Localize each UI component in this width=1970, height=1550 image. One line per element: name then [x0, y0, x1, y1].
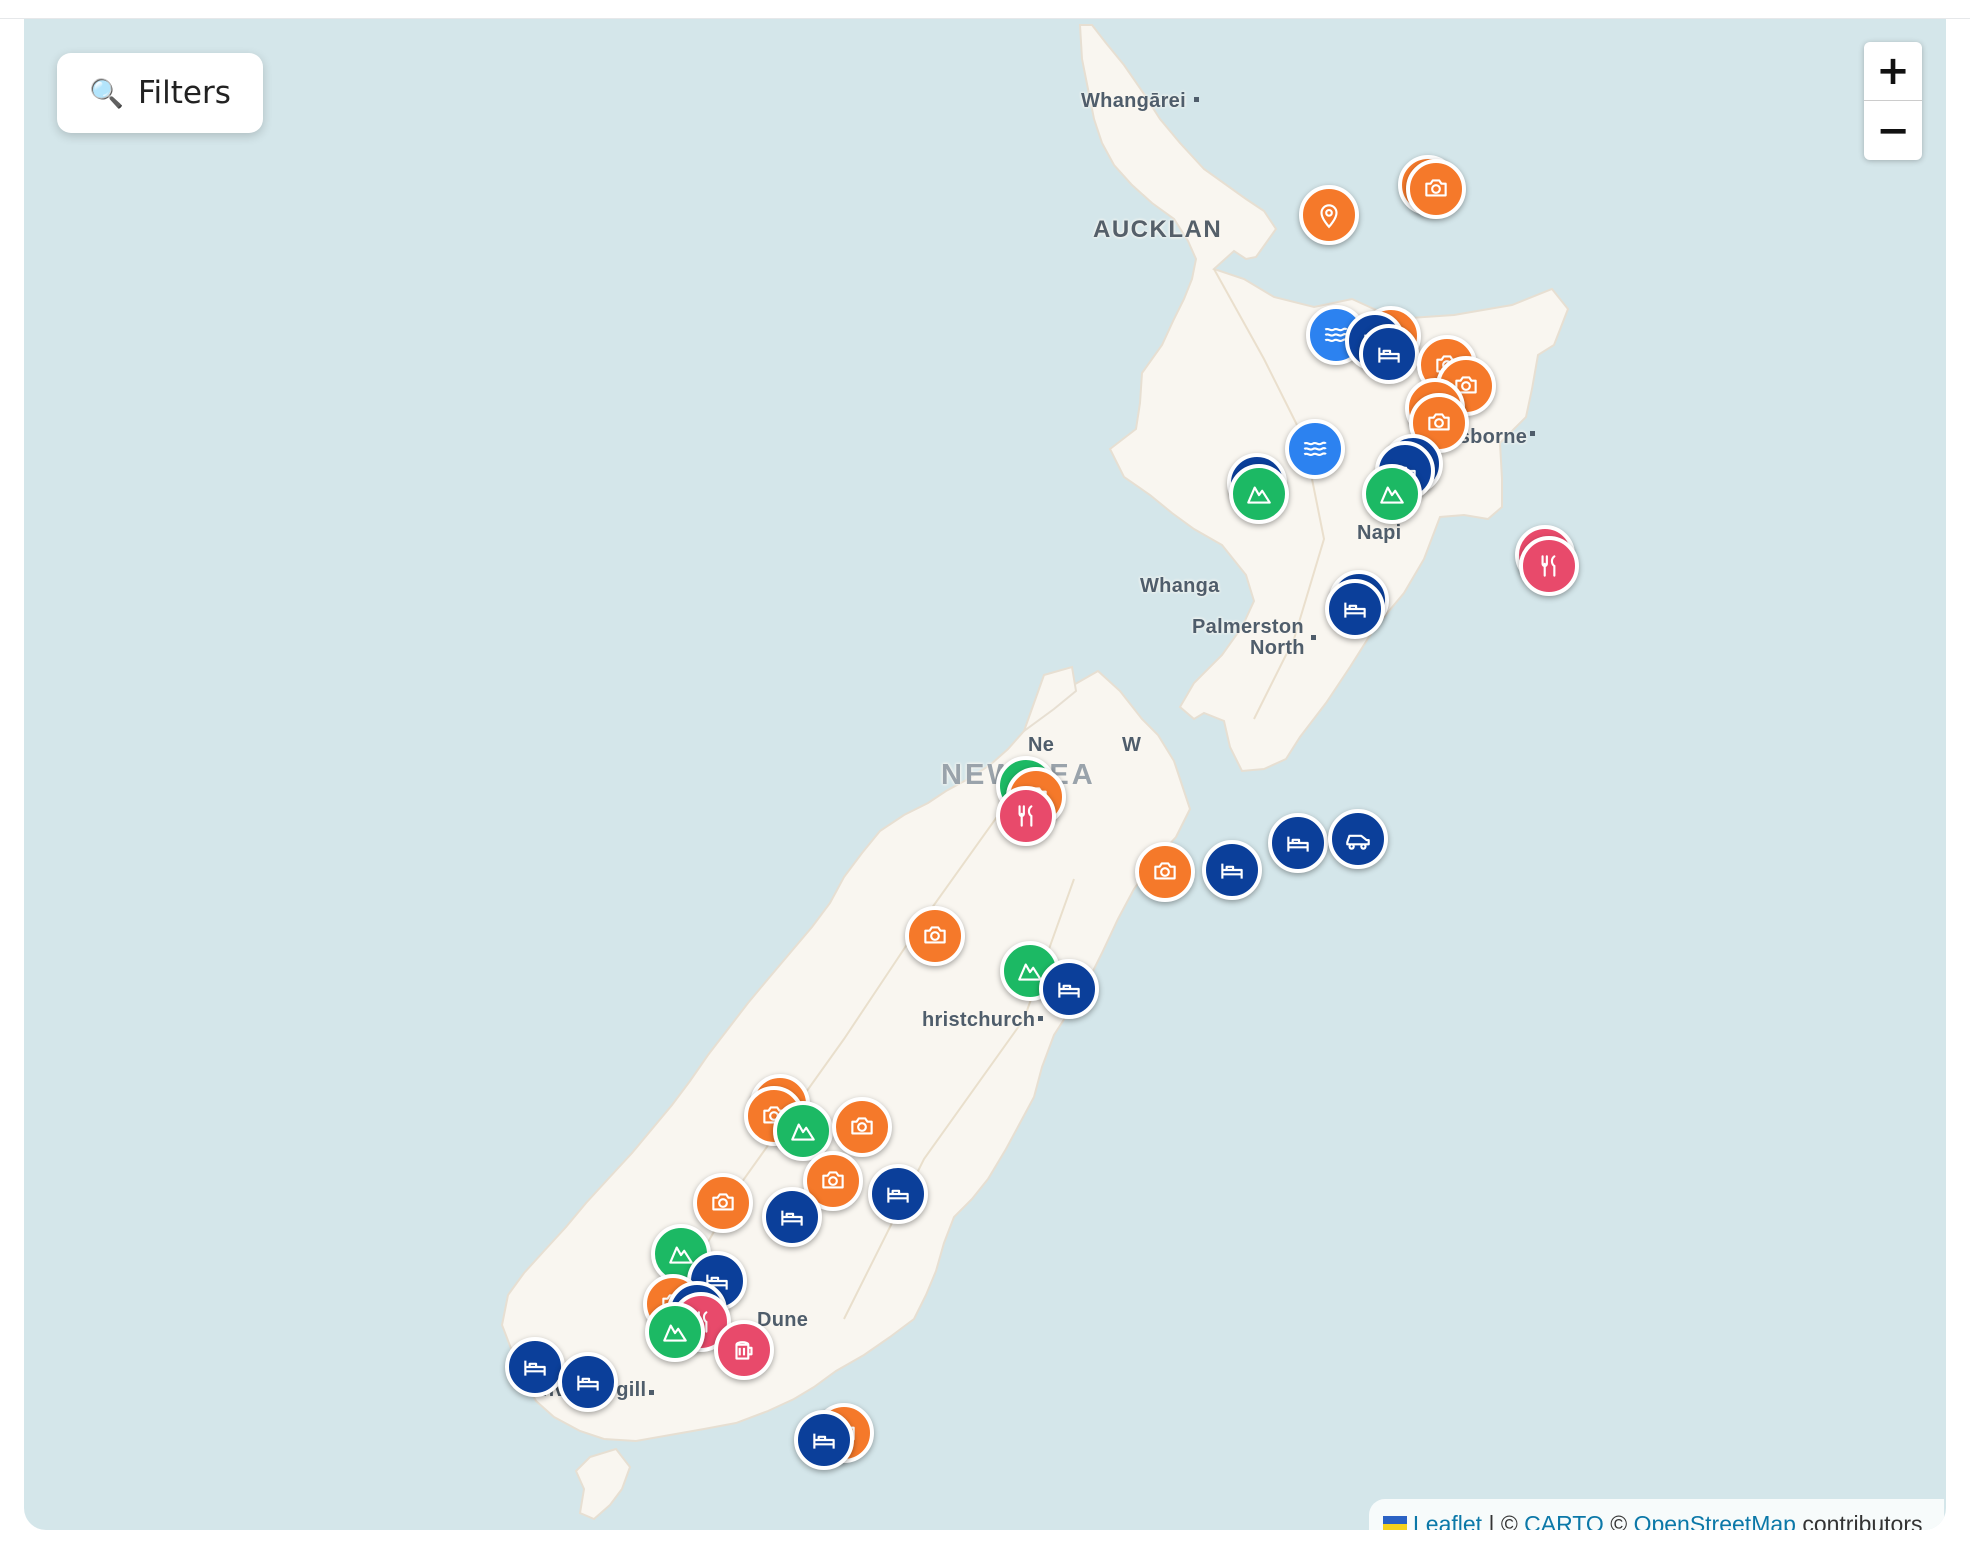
map-marker-hiking[interactable] — [1228, 463, 1289, 524]
camera-icon — [850, 1116, 873, 1134]
mountain-icon — [662, 1324, 687, 1342]
map-marker-food[interactable] — [1519, 535, 1580, 596]
bed-icon — [1058, 982, 1080, 998]
map-marker-accommodation[interactable] — [762, 1186, 823, 1247]
map-marker-accommodation[interactable] — [1202, 840, 1263, 900]
map-marker-sightseeing[interactable] — [1406, 159, 1467, 219]
camera-icon — [822, 1170, 844, 1188]
waves-icon — [1303, 441, 1327, 456]
attribution-sep1: | © — [1482, 1510, 1525, 1531]
place-label-wellington: W — [1122, 734, 1142, 756]
attribution-tail: contributors — [1795, 1510, 1923, 1531]
place-label-auckland: AUCKLAN — [1093, 216, 1223, 243]
openstreetmap-link[interactable]: OpenStreetMap — [1634, 1511, 1796, 1531]
place-label-whangarei: Whangārei — [1081, 90, 1186, 112]
map-marker-accommodation[interactable] — [867, 1164, 928, 1224]
north-island-shape — [1078, 24, 1570, 773]
utensils-icon — [1541, 554, 1556, 577]
map-marker-hot-springs[interactable] — [1285, 418, 1346, 479]
beer-mug-icon — [735, 1341, 753, 1360]
bed-icon — [1221, 863, 1243, 879]
map-marker-sightseeing[interactable] — [1134, 841, 1195, 902]
utensils-icon — [1018, 805, 1033, 827]
bed-icon — [524, 1360, 546, 1376]
map-marker-location[interactable] — [1299, 184, 1360, 245]
camera-icon — [1425, 179, 1447, 197]
attribution-sep2: © — [1603, 1510, 1634, 1531]
map-marker-accommodation[interactable] — [793, 1410, 854, 1470]
place-label-nelson: Ne — [1028, 734, 1055, 756]
camera-icon — [924, 926, 947, 944]
map-marker-accommodation[interactable] — [1268, 813, 1328, 873]
map-marker-sightseeing[interactable] — [831, 1096, 892, 1157]
place-label-napier: Napi — [1357, 522, 1402, 544]
camera-icon — [712, 1193, 735, 1211]
map-marker-sightseeing[interactable] — [693, 1173, 754, 1233]
place-label-whanganui: Whanga — [1140, 575, 1220, 597]
mountain-icon — [791, 1123, 816, 1141]
mountain-icon — [1380, 486, 1404, 504]
map-marker-bar[interactable] — [713, 1320, 774, 1380]
place-label-palmerston-north-1: Palmerston — [1192, 616, 1304, 638]
zoom-in-button[interactable]: + — [1864, 42, 1922, 100]
top-bar — [0, 0, 1970, 19]
map-marker-transport[interactable] — [1327, 808, 1388, 869]
leaflet-link[interactable]: Leaflet — [1413, 1511, 1482, 1531]
carto-link[interactable]: CARTO — [1524, 1511, 1604, 1531]
place-label-christchurch: hristchurch — [922, 1009, 1036, 1031]
filters-button-label: Filters — [137, 75, 231, 111]
map-marker-accommodation[interactable] — [1359, 324, 1420, 384]
map-marker-hiking[interactable] — [1362, 463, 1423, 524]
mountain-icon — [1246, 486, 1271, 504]
map-container[interactable]: Whangārei AUCKLAN Gisborne Napi Whanga P… — [24, 19, 1946, 1530]
camera-icon — [1428, 413, 1451, 431]
filters-button[interactable]: 🔍 Filters — [57, 53, 263, 133]
map-marker-hiking[interactable] — [644, 1302, 705, 1362]
map-marker-sightseeing[interactable] — [905, 906, 966, 966]
zoom-control: + − — [1864, 42, 1922, 160]
attribution: Leaflet | © CARTO © OpenStreetMap contri… — [1369, 1499, 1944, 1530]
bed-icon — [886, 1187, 909, 1203]
map-marker-accommodation[interactable] — [1038, 958, 1099, 1019]
ukraine-flag-icon — [1383, 1516, 1407, 1530]
search-icon: 🔍 — [89, 77, 124, 109]
camera-icon — [1153, 861, 1176, 879]
bed-icon — [813, 1433, 835, 1449]
map-marker-accommodation[interactable] — [558, 1351, 619, 1412]
bed-icon — [781, 1210, 804, 1226]
bed-icon — [1343, 602, 1366, 618]
place-label-palmerston-north-2: North — [1250, 637, 1305, 659]
stewart-island-shape — [574, 1447, 632, 1521]
map-marker-food[interactable] — [996, 786, 1057, 846]
zoom-out-button[interactable]: − — [1864, 100, 1922, 160]
bed-icon — [577, 1375, 600, 1391]
map-marker-accommodation[interactable] — [1324, 579, 1385, 639]
map-pin-icon — [1320, 203, 1338, 228]
bed-icon — [1287, 836, 1309, 852]
map-marker-accommodation[interactable] — [504, 1336, 565, 1397]
bed-icon — [1378, 347, 1400, 363]
car-icon — [1345, 834, 1370, 850]
